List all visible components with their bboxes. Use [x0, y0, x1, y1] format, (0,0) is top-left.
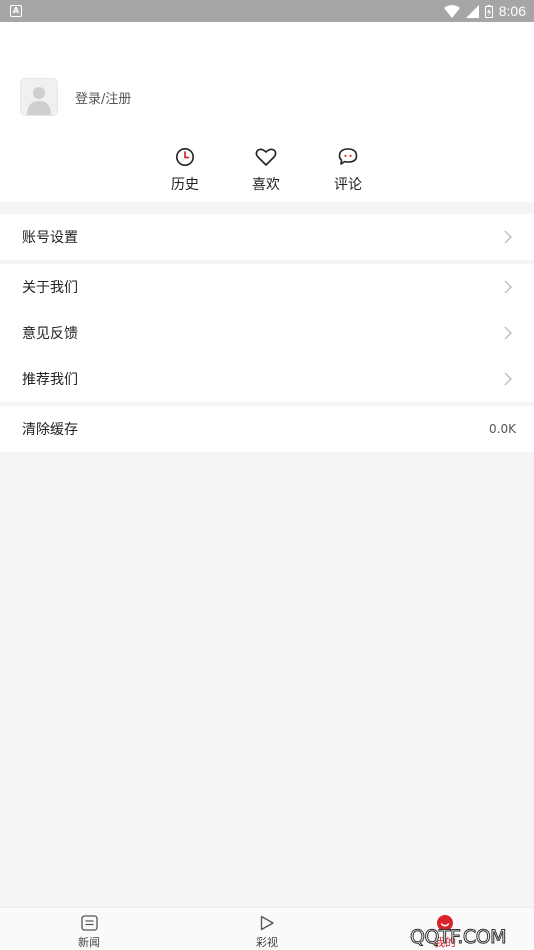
account-settings-label: 账号设置	[22, 230, 78, 246]
history-label: 历史	[171, 177, 199, 193]
feedback-label: 意见反馈	[22, 326, 78, 342]
nav-video-label: 彩视	[256, 936, 278, 949]
chevron-right-icon	[504, 326, 512, 340]
avatar[interactable]	[20, 78, 58, 116]
nav-news[interactable]: 新闻	[59, 914, 119, 950]
comments-label: 评论	[334, 177, 362, 193]
wifi-icon	[443, 4, 460, 18]
signal-icon	[465, 4, 479, 18]
status-left: A	[10, 5, 22, 17]
login-register-link[interactable]: 登录/注册	[75, 88, 131, 107]
recommend-us-label: 推荐我们	[22, 372, 78, 388]
user-placeholder-icon	[27, 87, 51, 115]
news-icon	[80, 915, 98, 931]
clear-cache-row[interactable]: 清除缓存 0.0K	[0, 406, 534, 452]
chevron-right-icon	[504, 372, 512, 386]
quick-actions: 历史 喜欢 评论	[0, 146, 534, 196]
status-right: 8:06	[443, 3, 526, 19]
profile-header: 登录/注册 历史 喜欢 评论	[0, 22, 534, 202]
likes-button[interactable]: 喜欢	[236, 146, 296, 194]
battery-icon	[484, 4, 493, 18]
heart-icon	[255, 148, 277, 166]
account-settings-row[interactable]: 账号设置	[0, 214, 534, 260]
clear-cache-label: 清除缓存	[22, 422, 78, 438]
watermark: QQTF.COM	[409, 926, 507, 949]
chevron-right-icon	[504, 280, 512, 294]
status-bar: A 8:06	[0, 0, 534, 22]
comment-icon	[338, 148, 358, 165]
status-time: 8:06	[498, 3, 526, 19]
clock-icon	[176, 148, 194, 166]
about-us-label: 关于我们	[22, 280, 78, 296]
play-icon	[260, 915, 274, 931]
comments-button[interactable]: 评论	[318, 146, 378, 194]
notification-a-icon: A	[10, 5, 22, 17]
likes-label: 喜欢	[252, 177, 280, 193]
feedback-row[interactable]: 意见反馈	[0, 310, 534, 356]
chevron-right-icon	[504, 230, 512, 244]
user-row[interactable]: 登录/注册	[20, 78, 131, 116]
recommend-us-row[interactable]: 推荐我们	[0, 356, 534, 402]
history-button[interactable]: 历史	[155, 146, 215, 194]
nav-video[interactable]: 彩视	[237, 914, 297, 950]
about-us-row[interactable]: 关于我们	[0, 264, 534, 310]
cache-size-value: 0.0K	[489, 422, 516, 436]
nav-news-label: 新闻	[78, 936, 100, 949]
